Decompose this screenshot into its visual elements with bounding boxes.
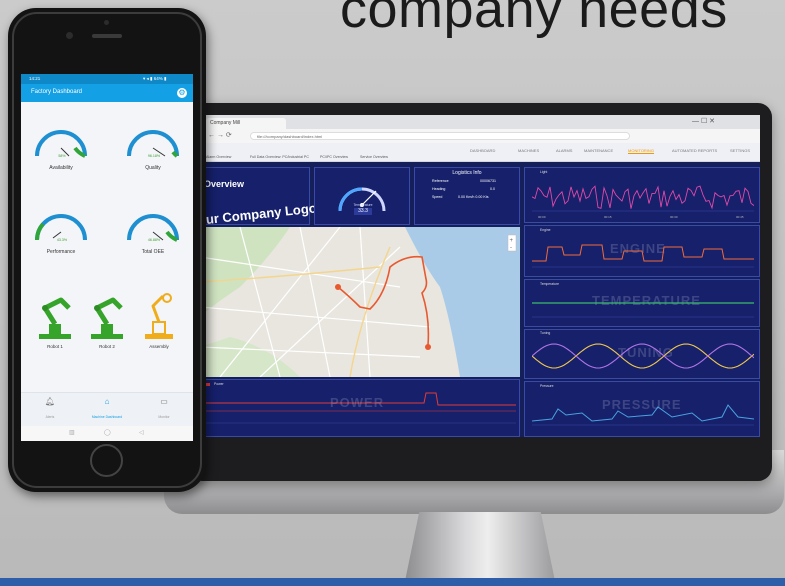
nav-label-machine-dashboard[interactable]: Machine Dashboard	[82, 415, 132, 419]
robot-arm-icon[interactable]	[139, 290, 179, 342]
temperature-chart-title: Temperature	[540, 282, 560, 286]
chart-tick: 00:45	[736, 215, 744, 219]
menu-item-alarms[interactable]: ALARMS	[556, 148, 572, 153]
bottom-nav: 🔔︎ Alerts ⌂ Machine Dashboard ▭ Monitor	[21, 392, 193, 427]
overview-title: Overview	[204, 179, 245, 189]
phone-body: 14:21 ▾ ◂ ▮ 64% ▮ Factory Dashboard ⚙ 58…	[8, 8, 206, 492]
logistics-key: Speed	[432, 195, 443, 199]
logistics-value: 0.0	[490, 187, 495, 191]
monitor-icon[interactable]: ▭	[139, 397, 189, 406]
nav-label-monitor[interactable]: Monitor	[139, 415, 189, 419]
monitor-screen: Company Mill — ☐ ✕ ← → ⟳ file:///company…	[200, 115, 760, 437]
window-controls[interactable]: — ☐ ✕	[692, 117, 715, 125]
robot-label: Robot 1	[47, 344, 63, 349]
back-icon[interactable]: ◁	[139, 429, 144, 436]
route-start-marker	[335, 284, 341, 290]
tuning-chart	[532, 343, 754, 369]
bottom-accent-bar	[0, 578, 785, 586]
browser-tab[interactable]: Company Mill	[206, 118, 286, 129]
nav-item-service[interactable]: Service Overview	[360, 155, 388, 159]
status-icons: ▾ ◂ ▮ 64% ▮	[143, 76, 167, 81]
nav-item-pc-overview[interactable]: PC/IPC Overview	[320, 155, 348, 159]
logistics-value: 00006731	[480, 179, 496, 183]
gauge-label: Total OEE	[141, 249, 165, 255]
svg-text:-: -	[510, 245, 512, 251]
gauge-label: Availability	[49, 165, 73, 171]
chart-tick: 00:00	[538, 215, 546, 219]
pressure-chart-title: Pressure	[540, 384, 554, 388]
app-bar: Factory Dashboard ⚙	[21, 84, 193, 102]
recents-icon[interactable]: ▥	[69, 429, 75, 436]
gauge-value: 33.3	[354, 208, 372, 215]
earpiece-speaker	[92, 34, 122, 38]
nav-item-full-data[interactable]: Full Data Overview: PC/Industrial PC	[250, 155, 309, 159]
proximity-sensor	[104, 20, 109, 25]
menu-item-maintenance[interactable]: MAINTENANCE	[584, 148, 613, 153]
chart-tick: 00:30	[670, 215, 678, 219]
logistics-key: Heading	[432, 187, 446, 191]
svg-text:+: +	[510, 238, 514, 244]
phone-screen: 14:21 ▾ ◂ ▮ 64% ▮ Factory Dashboard ⚙ 58…	[21, 74, 193, 441]
home-button[interactable]	[90, 444, 123, 477]
tuning-chart-title: Tuning	[540, 331, 551, 335]
nav-item-alarm-overview[interactable]: Alarm Overview	[206, 155, 231, 159]
app-title: Factory Dashboard	[31, 89, 83, 95]
headline-text: company needs	[340, 0, 728, 39]
temperature-chart	[532, 302, 754, 318]
power-chart-title: Power	[214, 382, 224, 386]
engine-chart-title: Engine	[540, 228, 551, 232]
pressure-chart	[532, 404, 754, 426]
front-camera-icon	[66, 32, 73, 39]
logistics-title: Logistics Info	[452, 170, 482, 176]
gear-icon[interactable]: ⚙	[177, 88, 187, 98]
light-chart-title: Light	[540, 170, 548, 174]
robot-label: Robot 2	[99, 344, 115, 349]
menu-item-machines[interactable]: MACHINES	[518, 148, 539, 153]
address-bar[interactable]: file:///company/dashboard/index.html	[250, 132, 630, 140]
menu-item-reports[interactable]: AUTOMATED REPORTS	[672, 148, 717, 153]
route-map[interactable]: + -	[200, 227, 520, 377]
home-nav-icon[interactable]: ◯	[104, 429, 111, 436]
bell-icon[interactable]: 🔔︎	[25, 397, 75, 406]
chart-tick: 00:15	[604, 215, 612, 219]
nav-label-alerts[interactable]: Alerts	[25, 415, 75, 419]
route-end-marker	[425, 344, 431, 350]
light-chart	[532, 185, 754, 212]
menu-item-settings[interactable]: SETTINGS	[730, 148, 750, 153]
robot-arm-icon[interactable]	[87, 294, 127, 342]
system-nav-bar: ▥ ◯ ◁	[21, 426, 193, 441]
gauge-label: Temperature	[353, 203, 373, 207]
status-time: 14:21	[29, 76, 41, 81]
gauge-label: Quality	[145, 165, 161, 171]
engine-chart	[532, 244, 754, 268]
gauge-value: 43.3%	[56, 238, 68, 242]
power-ghost-label: POWER	[330, 395, 385, 410]
logistics-key: Reference	[432, 179, 449, 183]
nav-arrows-icon[interactable]: ← → ⟳	[208, 131, 232, 139]
robot-label: Assembly	[149, 344, 169, 349]
gauge-value: 46.88%	[147, 238, 161, 242]
menu-item-dashboard[interactable]: DASHBOARD	[470, 148, 495, 153]
gauge-value: 58%	[58, 154, 66, 158]
menu-item-monitoring[interactable]: MONITORING	[628, 148, 654, 154]
home-icon[interactable]: ⌂	[82, 397, 132, 406]
gauge-label: Performance	[46, 249, 76, 255]
logistics-value: 0.00 Km/h 0.00 Kts	[458, 195, 489, 199]
robot-arm-icon[interactable]	[35, 294, 75, 342]
monitor-stand	[404, 512, 556, 586]
gauge-value: 96.18%	[147, 154, 161, 158]
status-bar: 14:21 ▾ ◂ ▮ 64% ▮	[21, 74, 193, 84]
